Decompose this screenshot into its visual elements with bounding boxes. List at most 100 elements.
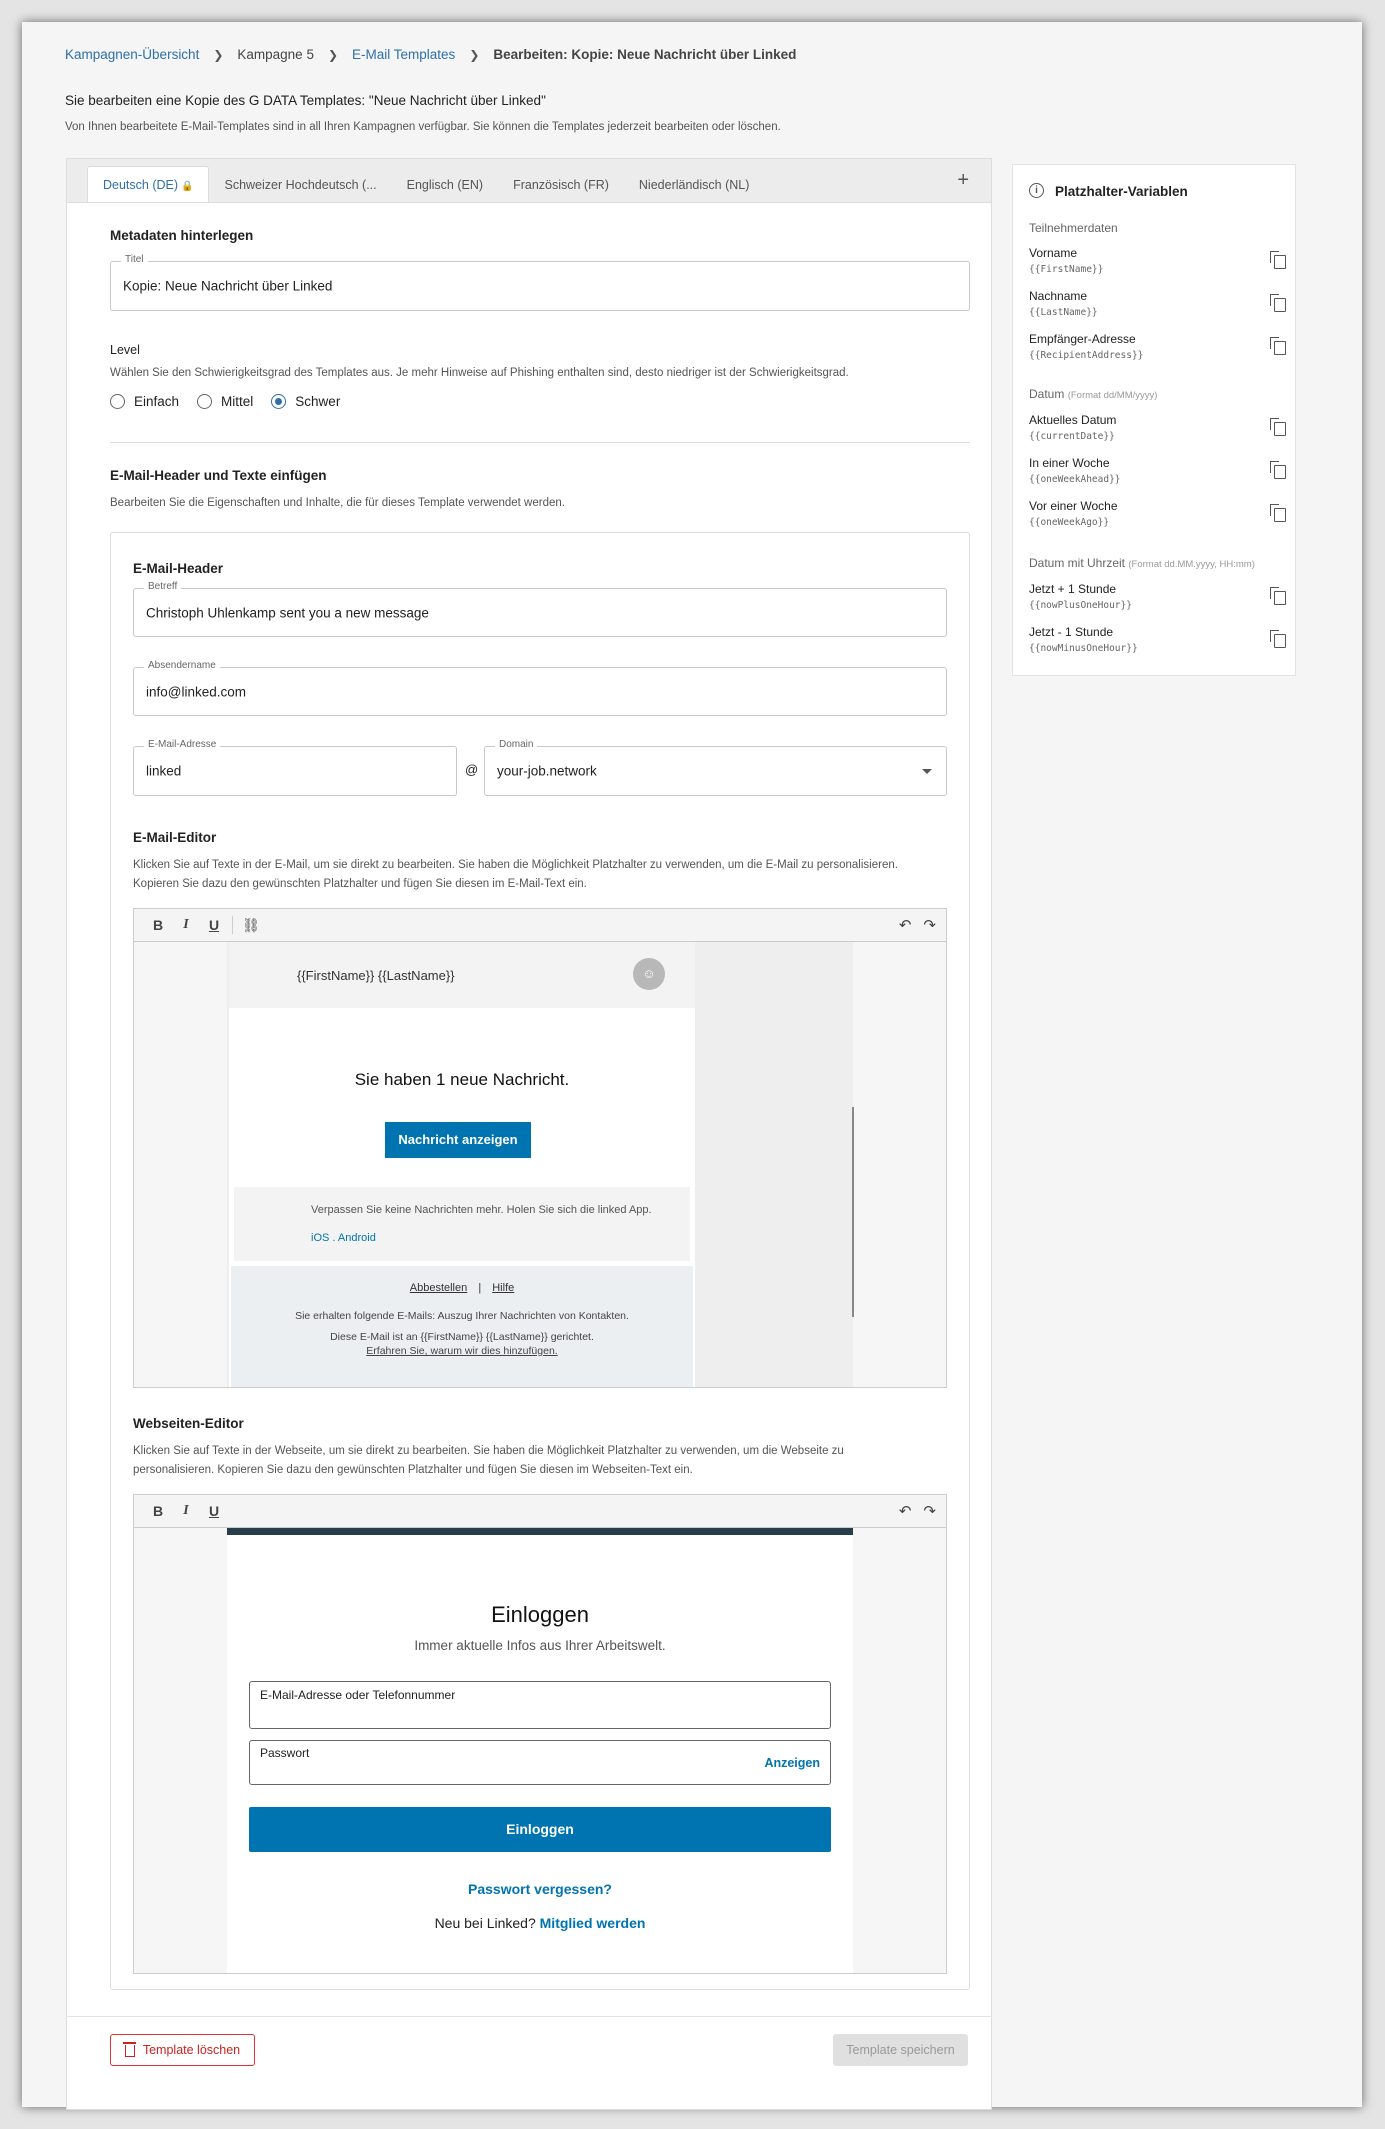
var-lastname: Nachname {{LastName}}	[1029, 289, 1286, 318]
tab-fr[interactable]: Französisch (FR)	[498, 168, 624, 202]
domain-select[interactable]: Domain your-job.network	[484, 739, 947, 796]
scrollbar[interactable]	[852, 1107, 854, 1317]
italic-button[interactable]: I	[172, 917, 200, 933]
breadcrumb-current: Bearbeiten: Kopie: Neue Nachricht über L…	[493, 47, 797, 62]
save-template-button[interactable]: Template speichern	[833, 2034, 968, 2066]
login-button[interactable]: Einloggen	[249, 1807, 831, 1852]
var-week-ago: Vor einer Woche {{oneWeekAgo}}	[1029, 499, 1286, 528]
breadcrumb-templates[interactable]: E-Mail Templates	[352, 47, 455, 62]
email-address-field[interactable]: E-Mail-Adresse linked	[133, 739, 457, 796]
radio-einfach[interactable]: Einfach	[110, 394, 179, 409]
mail-addressed[interactable]: Diese E-Mail ist an {{FirstName}} {{Last…	[229, 1331, 695, 1343]
show-message-button[interactable]: Nachricht anzeigen	[385, 1122, 531, 1158]
web-editor-heading: Webseiten-Editor	[133, 1416, 244, 1431]
breadcrumb-campaign[interactable]: Kampagne 5	[237, 47, 314, 62]
breadcrumb: Kampagnen-Übersicht ❯ Kampagne 5 ❯ E-Mai…	[65, 47, 796, 62]
trash-icon	[122, 2042, 136, 2057]
breadcrumb-campaigns[interactable]: Kampagnen-Übersicht	[65, 47, 199, 62]
level-radio-group: Einfach Mittel Schwer	[110, 394, 358, 409]
mail-info[interactable]: Sie erhalten folgende E-Mails: Auszug Ih…	[229, 1310, 695, 1322]
web-editor-description-2: personalisieren. Kopieren Sie dazu den g…	[133, 1464, 693, 1476]
placeholder-panel-title: Platzhalter-Variablen	[1055, 184, 1188, 199]
join-link[interactable]: Mitglied werden	[540, 1915, 646, 1931]
var-recipient: Empfänger-Adresse {{RecipientAddress}}	[1029, 332, 1286, 361]
level-heading: Level	[110, 343, 140, 357]
copy-icon[interactable]	[1269, 629, 1286, 648]
help-link[interactable]: Hilfe	[492, 1282, 514, 1294]
dropdown-arrow-icon	[922, 769, 932, 774]
level-description: Wählen Sie den Schwierigkeitsgrad des Te…	[110, 367, 849, 379]
login-password-input[interactable]: Passwort Anzeigen	[249, 1740, 831, 1785]
title-field[interactable]: Titel Kopie: Neue Nachricht über Linked	[110, 254, 970, 311]
sender-name-field[interactable]: Absendername info@linked.com	[133, 660, 947, 716]
email-preview: {{FirstName}} {{LastName}} ☺ Sie haben 1…	[229, 942, 695, 1387]
section-description: Bearbeiten Sie die Eigenschaften und Inh…	[110, 497, 565, 509]
var-plus-hour: Jetzt + 1 Stunde {{nowPlusOneHour}}	[1029, 582, 1286, 611]
chevron-right-icon: ❯	[327, 47, 339, 62]
login-preview: Einloggen Immer aktuelle Infos aus Ihrer…	[227, 1528, 853, 1973]
undo-icon[interactable]: ↶	[899, 916, 912, 934]
info-icon: i	[1029, 183, 1044, 198]
page-title: Sie bearbeiten eine Kopie des G DATA Tem…	[65, 93, 546, 108]
tab-nl[interactable]: Niederländisch (NL)	[624, 168, 764, 202]
add-tab-icon[interactable]: +	[957, 169, 969, 192]
bold-button[interactable]: B	[144, 917, 172, 933]
app-text[interactable]: Verpassen Sie keine Nachrichten mehr. Ho…	[311, 1204, 652, 1216]
var-week-ahead: In einer Woche {{oneWeekAhead}}	[1029, 456, 1286, 485]
login-email-input[interactable]: E-Mail-Adresse oder Telefonnummer	[249, 1681, 831, 1729]
recipient-name[interactable]: {{FirstName}} {{LastName}}	[297, 968, 455, 983]
new-user-text: Neu bei Linked?	[434, 1915, 536, 1931]
login-title[interactable]: Einloggen	[227, 1602, 853, 1628]
language-tabs: Deutsch (DE) 🔒 Schweizer Hochdeutsch (...…	[67, 159, 991, 203]
email-editor[interactable]: {{FirstName}} {{LastName}} ☺ Sie haben 1…	[133, 942, 947, 1388]
tab-ch[interactable]: Schweizer Hochdeutsch (...	[209, 168, 391, 202]
web-editor[interactable]: Einloggen Immer aktuelle Infos aus Ihrer…	[133, 1528, 947, 1974]
subject-field[interactable]: Betreff Christoph Uhlenkamp sent you a n…	[133, 581, 947, 637]
email-editor-description-1: Klicken Sie auf Texte in der E-Mail, um …	[133, 859, 898, 871]
login-subtitle[interactable]: Immer aktuelle Infos aus Ihrer Arbeitswe…	[227, 1638, 853, 1653]
copy-icon[interactable]	[1269, 460, 1286, 479]
tab-de[interactable]: Deutsch (DE) 🔒	[87, 166, 210, 202]
lock-icon: 🔒	[181, 181, 194, 192]
web-editor-description-1: Klicken Sie auf Texte in der Webseite, u…	[133, 1445, 844, 1457]
copy-icon[interactable]	[1269, 417, 1286, 436]
underline-button[interactable]: U	[200, 1503, 228, 1519]
redo-icon[interactable]: ↷	[923, 916, 936, 934]
group-datetime: Datum mit Uhrzeit (Format dd.MM.yyyy, HH…	[1029, 556, 1255, 570]
email-header-heading: E-Mail-Header	[133, 561, 224, 576]
email-editor-heading: E-Mail-Editor	[133, 830, 217, 845]
var-firstname: Vorname {{FirstName}}	[1029, 246, 1286, 275]
show-password-button[interactable]: Anzeigen	[764, 1756, 820, 1770]
copy-icon[interactable]	[1269, 586, 1286, 605]
bold-button[interactable]: B	[144, 1503, 172, 1519]
italic-button[interactable]: I	[172, 1503, 200, 1519]
link-icon[interactable]: ⛓	[237, 917, 265, 934]
why-link[interactable]: Erfahren Sie, warum wir dies hinzufügen.	[229, 1345, 695, 1357]
mail-headline[interactable]: Sie haben 1 neue Nachricht.	[229, 1070, 695, 1090]
radio-mittel[interactable]: Mittel	[197, 394, 253, 409]
page-description: Von Ihnen bearbeitete E-Mail-Templates s…	[65, 121, 781, 133]
forgot-password-link[interactable]: Passwort vergessen?	[227, 1881, 853, 1897]
underline-button[interactable]: U	[200, 917, 228, 933]
chevron-right-icon: ❯	[213, 47, 224, 62]
ios-link[interactable]: iOS	[311, 1232, 329, 1244]
copy-icon[interactable]	[1269, 336, 1286, 355]
group-date: Datum (Format dd/MM/yyyy)	[1029, 387, 1158, 401]
copy-icon[interactable]	[1269, 250, 1286, 269]
undo-icon[interactable]: ↶	[899, 1502, 912, 1520]
tab-en[interactable]: Englisch (EN)	[392, 168, 498, 202]
radio-schwer[interactable]: Schwer	[271, 394, 340, 409]
unsubscribe-link[interactable]: Abbestellen	[410, 1282, 468, 1294]
delete-template-button[interactable]: Template löschen	[110, 2034, 255, 2066]
avatar: ☺	[633, 958, 665, 990]
android-link[interactable]: Android	[338, 1232, 376, 1244]
section-heading: E-Mail-Header und Texte einfügen	[110, 468, 327, 483]
group-participant: Teilnehmerdaten	[1029, 221, 1118, 235]
email-editor-description-2: Kopieren Sie dazu den gewünschten Platzh…	[133, 878, 587, 890]
copy-icon[interactable]	[1269, 293, 1286, 312]
web-editor-toolbar: B I U ↶ ↷	[133, 1494, 947, 1528]
card-footer-divider	[66, 2016, 992, 2017]
copy-icon[interactable]	[1269, 503, 1286, 522]
redo-icon[interactable]: ↷	[923, 1502, 936, 1520]
at-sign: @	[465, 762, 479, 777]
